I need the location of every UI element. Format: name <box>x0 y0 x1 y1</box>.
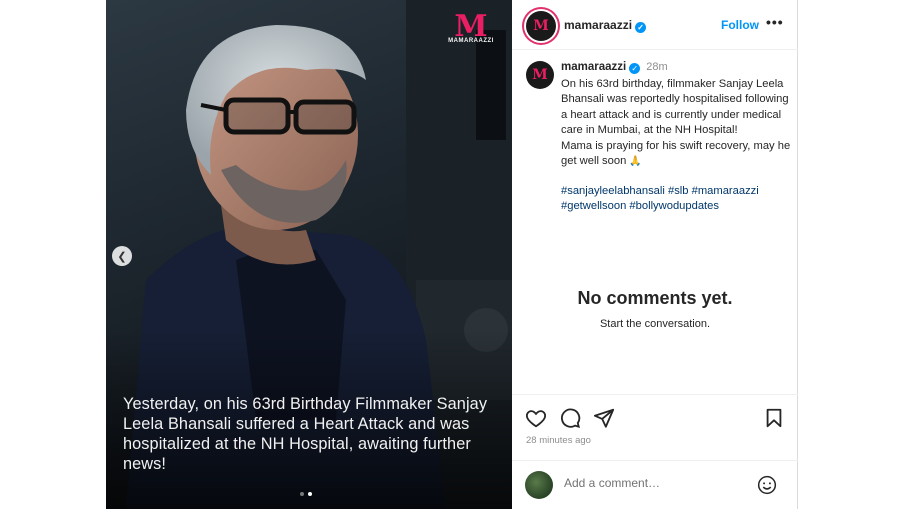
post-media[interactable]: M MAMARAAZZI ❮ Yesterday, on his 63rd Bi… <box>106 0 512 509</box>
post-actions-bar: 28 minutes ago <box>512 394 798 454</box>
verified-icon: ✓ <box>635 22 647 33</box>
follow-button[interactable]: Follow <box>721 18 759 32</box>
chevron-left-icon: ❮ <box>117 250 127 263</box>
caption-username[interactable]: mamaraazzi <box>561 61 626 73</box>
avatar-letter: M <box>533 18 549 34</box>
caption-author-avatar[interactable]: M <box>526 61 554 89</box>
brand-watermark: M MAMARAAZZI <box>446 12 496 45</box>
caption-time[interactable]: 28m <box>646 61 667 73</box>
comment-icon[interactable] <box>559 407 581 429</box>
carousel-previous-button[interactable]: ❮ <box>112 246 132 266</box>
caption-body: mamaraazzi ✓ 28m On his 63rd birthday, fil… <box>561 60 791 215</box>
post-side-panel: M mamaraazzi ✓ Follow ••• M mamaraazzi ✓ 28… <box>512 0 798 509</box>
current-user-avatar <box>525 471 553 499</box>
praying-hands-emoji: 🙏 <box>629 156 642 167</box>
bookmark-icon[interactable] <box>763 407 785 429</box>
author-username-text: mamaraazzi <box>564 18 633 32</box>
heart-icon[interactable] <box>525 407 547 429</box>
comment-input[interactable] <box>564 476 744 490</box>
verified-icon: ✓ <box>629 63 641 74</box>
watermark-logo-text: MAMARAAZZI <box>448 38 494 44</box>
author-username[interactable]: mamaraazzi ✓ <box>564 18 647 33</box>
share-icon[interactable] <box>593 407 615 429</box>
no-comments-empty-state: No comments yet. Start the conversation. <box>512 288 798 330</box>
caption-hashtags[interactable]: #sanjayleelabhansali #slb #mamaraazzi #g… <box>561 184 791 215</box>
smile-icon[interactable] <box>757 475 777 495</box>
author-avatar[interactable]: M <box>526 11 556 41</box>
posted-time[interactable]: 28 minutes ago <box>526 435 591 446</box>
instagram-post-view: M MAMARAAZZI ❮ Yesterday, on his 63rd Bi… <box>0 0 905 509</box>
carousel-indicator <box>300 492 312 496</box>
caption-text: On his 63rd birthday, filmmaker Sanjay L… <box>561 77 791 170</box>
post-header: M mamaraazzi ✓ Follow ••• <box>512 0 798 50</box>
more-options-button[interactable]: ••• <box>766 14 784 30</box>
carousel-dot-active <box>308 492 312 496</box>
add-comment-bar <box>512 460 798 509</box>
avatar-letter: M <box>532 67 548 83</box>
carousel-dot <box>300 492 304 496</box>
empty-state-title: No comments yet. <box>577 288 733 308</box>
caption-text-body: On his 63rd birthday, filmmaker Sanjay L… <box>561 77 791 168</box>
empty-state-subtitle: Start the conversation. <box>599 318 711 330</box>
media-caption: Yesterday, on his 63rd Birthday Filmmake… <box>123 395 488 473</box>
